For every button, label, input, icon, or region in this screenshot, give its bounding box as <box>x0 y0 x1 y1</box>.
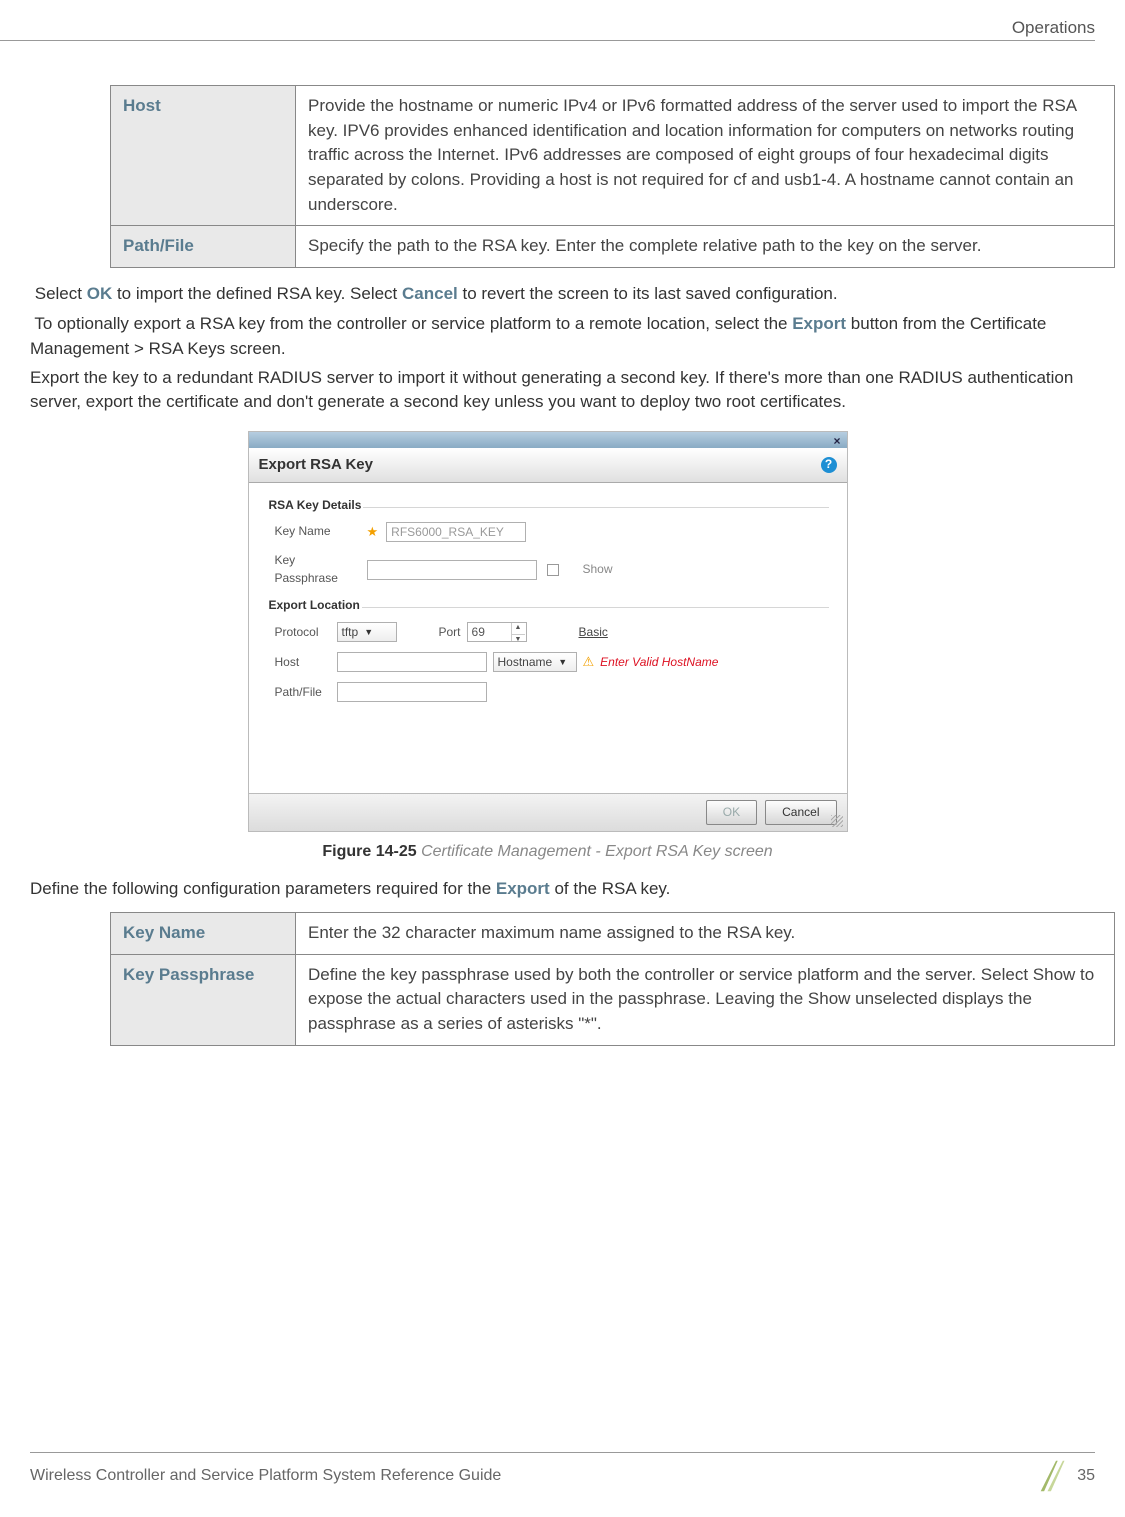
dialog-title: Export RSA Key <box>259 454 373 476</box>
basic-link[interactable]: Basic <box>579 624 608 641</box>
warning-icon: ⚠ <box>583 653 595 672</box>
figure-caption: Figure 14-25 Certificate Management - Ex… <box>0 840 1095 863</box>
protocol-dropdown[interactable]: tftp ▼ <box>337 622 397 642</box>
step-number: 10 <box>0 877 30 902</box>
table-row: Key Passphrase Define the key passphrase… <box>111 954 1115 1045</box>
step-text: Define the following configuration param… <box>30 879 496 898</box>
row-key-name: Key Name ★ RFS6000_RSA_KEY <box>275 522 829 542</box>
help-icon[interactable]: ? <box>821 457 837 473</box>
header-section: Operations <box>1012 16 1095 41</box>
chevron-down-icon: ▼ <box>364 626 373 639</box>
page-footer: Wireless Controller and Service Platform… <box>30 1452 1095 1493</box>
export-bold: Export <box>496 879 550 898</box>
row-desc: Define the key passphrase used by both t… <box>296 954 1115 1045</box>
dialog-titlebar[interactable]: × <box>249 432 847 448</box>
page-number: 35 <box>1077 1464 1095 1487</box>
required-star-icon: ★ <box>367 523 379 542</box>
chevron-up-icon[interactable]: ▲ <box>512 623 525 634</box>
row-label: Path/File <box>111 226 296 268</box>
page-number-block: 35 <box>1039 1459 1095 1493</box>
row-desc: Enter the 32 character maximum name assi… <box>296 913 1115 955</box>
definition-table-1: Host Provide the hostname or numeric IPv… <box>110 85 1115 268</box>
step-text: to revert the screen to its last saved c… <box>458 284 838 303</box>
row-desc: Provide the hostname or numeric IPv4 or … <box>296 86 1115 226</box>
show-label: Show <box>583 561 613 578</box>
hostname-dropdown[interactable]: Hostname ▼ <box>493 652 577 672</box>
step-number: 9 <box>10 312 30 337</box>
row-label: Key Name <box>111 913 296 955</box>
figure-number: Figure 14-25 <box>322 843 416 860</box>
ok-button[interactable]: OK <box>706 800 757 825</box>
step-text: Select <box>35 284 87 303</box>
fieldset-label-rsa: RSA Key Details <box>267 498 364 512</box>
protocol-label: Protocol <box>275 624 331 641</box>
step-number: 8 <box>10 282 30 307</box>
footer-text: Wireless Controller and Service Platform… <box>30 1464 501 1487</box>
table-row: Host Provide the hostname or numeric IPv… <box>111 86 1115 226</box>
show-checkbox[interactable] <box>547 564 559 576</box>
path-label: Path/File <box>275 684 331 701</box>
protocol-value: tftp <box>342 624 359 641</box>
dialog-body: RSA Key Details Key Name ★ RFS6000_RSA_K… <box>249 483 847 793</box>
host-input[interactable] <box>337 652 487 672</box>
export-rsa-dialog: × Export RSA Key ? RSA Key Details Key N… <box>248 431 848 832</box>
row-path: Path/File <box>275 682 829 702</box>
key-pass-input[interactable] <box>367 560 537 580</box>
cancel-bold: Cancel <box>402 284 458 303</box>
table-row: Key Name Enter the 32 character maximum … <box>111 913 1115 955</box>
host-label: Host <box>275 654 331 671</box>
port-label: Port <box>439 624 461 641</box>
step-text: to import the defined RSA key. Select <box>112 284 402 303</box>
step-10: 10Define the following configuration par… <box>0 877 1095 902</box>
dialog-footer: OK Cancel <box>249 793 847 831</box>
dialog-header: Export RSA Key ? <box>249 448 847 483</box>
row-label: Key Passphrase <box>111 954 296 1045</box>
fieldset-label-export: Export Location <box>267 598 362 612</box>
step-text: of the RSA key. <box>550 879 671 898</box>
export-bold: Export <box>792 314 846 333</box>
hostname-dd-value: Hostname <box>498 654 553 671</box>
chevron-down-icon[interactable]: ▼ <box>512 635 525 645</box>
ok-bold: OK <box>87 284 113 303</box>
page-chevron-icon <box>1039 1459 1073 1493</box>
port-value: 69 <box>472 624 485 641</box>
key-name-label: Key Name <box>275 523 361 540</box>
table-row: Path/File Specify the path to the RSA ke… <box>111 226 1115 268</box>
content: Host Provide the hostname or numeric IPv… <box>0 85 1095 1060</box>
key-name-input[interactable]: RFS6000_RSA_KEY <box>386 522 526 542</box>
port-stepper[interactable]: 69 ▲ ▼ <box>467 622 527 642</box>
path-input[interactable] <box>337 682 487 702</box>
key-pass-label: Key Passphrase <box>275 552 361 587</box>
step-8: 8 Select OK to import the defined RSA ke… <box>0 282 1095 307</box>
close-icon[interactable]: × <box>833 433 840 450</box>
row-desc: Specify the path to the RSA key. Enter t… <box>296 226 1115 268</box>
chevron-down-icon: ▼ <box>558 656 567 669</box>
step-text: To optionally export a RSA key from the … <box>34 314 792 333</box>
row-protocol-port: Protocol tftp ▼ Port 69 ▲ ▼ Basic <box>275 622 829 642</box>
definition-table-2: Key Name Enter the 32 character maximum … <box>110 912 1115 1046</box>
row-label: Host <box>111 86 296 226</box>
row-host: Host Hostname ▼ ⚠ Enter Valid HostName <box>275 652 829 672</box>
cancel-button[interactable]: Cancel <box>765 800 836 825</box>
step-9-body: Export the key to a redundant RADIUS ser… <box>30 366 1095 415</box>
host-error-text: Enter Valid HostName <box>600 654 718 671</box>
figure-caption-text: Certificate Management - Export RSA Key … <box>421 843 773 860</box>
step-9: 9 To optionally export a RSA key from th… <box>0 312 1095 361</box>
header-rule <box>0 40 1095 41</box>
resize-grip-icon[interactable] <box>831 815 843 827</box>
row-key-passphrase: Key Passphrase Show <box>275 552 829 587</box>
